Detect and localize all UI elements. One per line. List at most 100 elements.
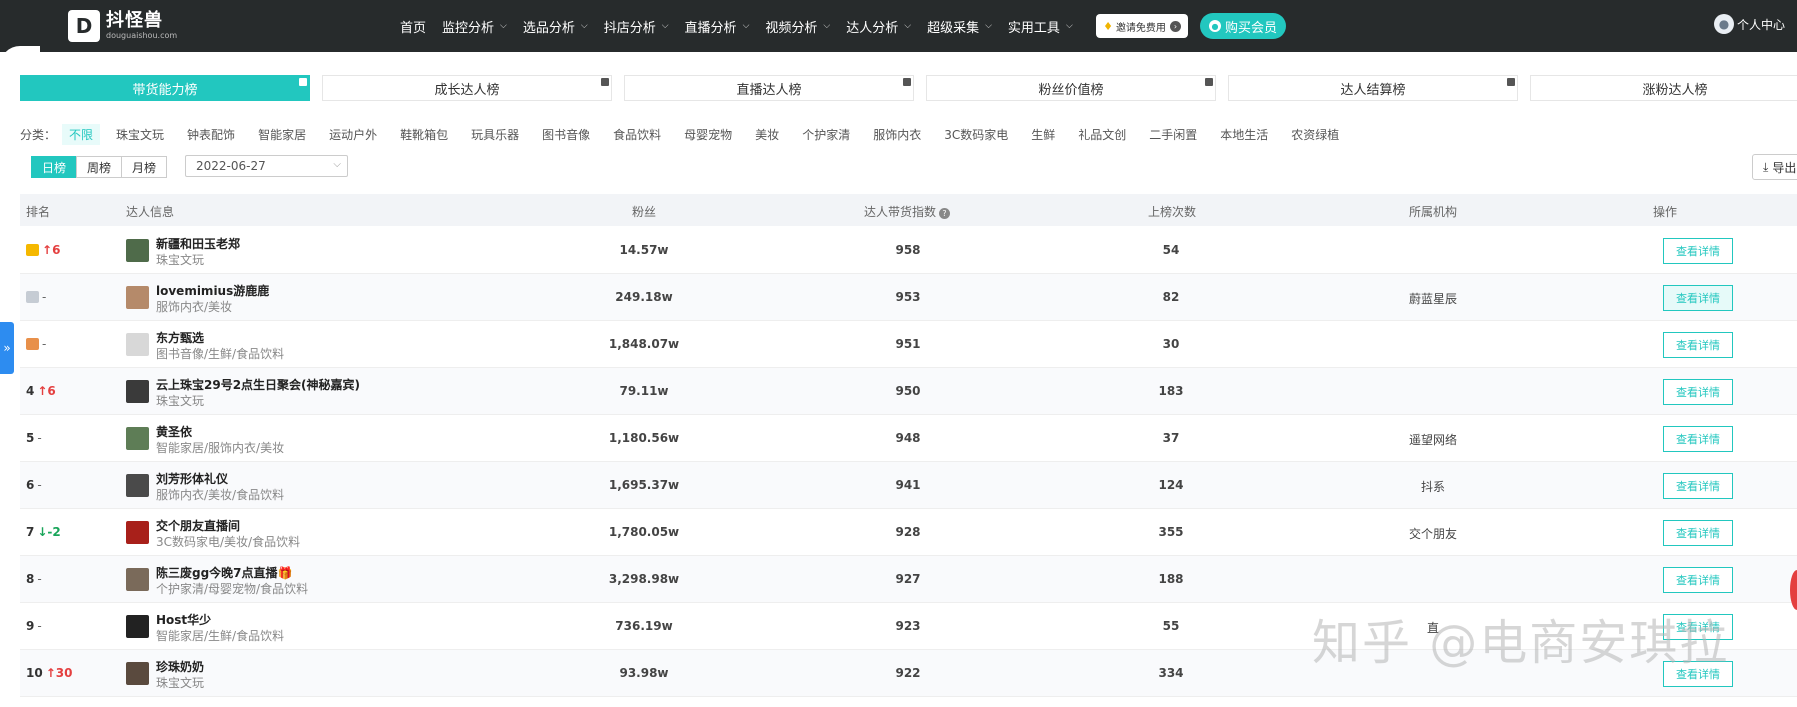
talent-name[interactable]: 陈三废gg今晚7点直播🎁	[156, 564, 292, 581]
count-value: 183	[1158, 384, 1184, 398]
sidebar-expand-button[interactable]: »	[0, 322, 14, 374]
talent-name[interactable]: 新疆和田玉老郑	[156, 235, 240, 252]
period-0[interactable]: 日榜	[31, 156, 77, 178]
nav-item-label: 实用工具	[1007, 20, 1060, 36]
invite-button[interactable]: ♦ 邀请免费用 ›	[1096, 14, 1188, 38]
date-picker[interactable]: 2022-06-27 ⌵	[185, 155, 348, 177]
nav-item[interactable]: 达人分析 ⌵	[846, 17, 911, 36]
chevron-down-icon: ⌵	[904, 21, 912, 31]
view-detail-button[interactable]: 查看详情	[1663, 285, 1733, 311]
talent-name[interactable]: 珍珠奶奶	[156, 658, 204, 675]
category-option[interactable]: 服饰内衣	[866, 124, 928, 145]
external-link-icon[interactable]	[299, 78, 307, 86]
view-detail-button[interactable]: 查看详情	[1663, 520, 1733, 546]
float-widget[interactable]	[1790, 570, 1797, 610]
tab-2[interactable]: 直播达人榜	[624, 75, 914, 101]
talent-name[interactable]: lovemimius游鹿鹿	[156, 282, 269, 299]
count-value: 124	[1158, 478, 1184, 492]
table-row: 6- 刘芳形体礼仪 服饰内衣/美妆/食品饮料 1,695.37w 941 124 抖系 查看详…	[20, 462, 1797, 509]
category-option[interactable]: 鞋靴箱包	[393, 124, 455, 145]
category-option[interactable]: 母婴宠物	[677, 124, 739, 145]
period-2[interactable]: 月榜	[121, 156, 167, 178]
view-detail-button[interactable]: 查看详情	[1663, 238, 1733, 264]
avatar[interactable]	[126, 380, 149, 403]
category-option[interactable]: 智能家居	[251, 124, 313, 145]
external-link-icon[interactable]	[601, 78, 609, 86]
nav-item[interactable]: 视频分析 ⌵	[765, 17, 830, 36]
view-detail-button[interactable]: 查看详情	[1663, 426, 1733, 452]
category-option[interactable]: 食品饮料	[606, 124, 668, 145]
talent-name[interactable]: 刘芳形体礼仪	[156, 470, 228, 487]
rank-change: 6	[47, 384, 56, 398]
talent-category: 个护家清/母婴宠物/食品饮料	[156, 582, 309, 596]
category-option[interactable]: 玩具乐器	[464, 124, 526, 145]
nav-item[interactable]: 选品分析 ⌵	[523, 17, 588, 36]
nav-item[interactable]: 首页	[400, 17, 426, 36]
category-option[interactable]: 本地生活	[1213, 124, 1275, 145]
fans-value: 736.19w	[615, 619, 673, 633]
avatar[interactable]	[126, 333, 149, 356]
avatar[interactable]	[126, 662, 149, 685]
nav-item-label: 超级采集	[927, 20, 980, 36]
nav-item[interactable]: 实用工具 ⌵	[1008, 17, 1073, 36]
buy-label: 购买会员	[1224, 20, 1277, 36]
category-option[interactable]: 农资绿植	[1284, 124, 1346, 145]
view-detail-button[interactable]: 查看详情	[1663, 379, 1733, 405]
external-link-icon[interactable]	[1205, 78, 1213, 86]
tab-4[interactable]: 达人结算榜	[1228, 75, 1518, 101]
avatar[interactable]	[126, 427, 149, 450]
rank-cell: 9-	[26, 619, 42, 633]
talent-name[interactable]: 云上珠宝29号2点生日聚会(神秘嘉宾)	[156, 376, 360, 393]
view-detail-button[interactable]: 查看详情	[1663, 332, 1733, 358]
fans-value: 1,848.07w	[608, 337, 680, 351]
user-center-link[interactable]: ● 个人中心	[1714, 14, 1785, 34]
category-option[interactable]: 3C数码家电	[937, 124, 1015, 145]
category-option[interactable]: 个护家清	[795, 124, 857, 145]
period-1[interactable]: 周榜	[76, 156, 122, 178]
talent-name[interactable]: 东方甄选	[156, 329, 204, 346]
category-option[interactable]: 二手闲置	[1142, 124, 1204, 145]
avatar[interactable]	[126, 521, 149, 544]
logo[interactable]: D 抖怪兽 douguaishou.com	[68, 10, 177, 42]
category-option[interactable]: 礼品文创	[1071, 124, 1133, 145]
export-button[interactable]: ⤓ 导出	[1752, 154, 1797, 180]
talent-name[interactable]: Host华少	[156, 611, 211, 628]
talent-name[interactable]: 黄圣依	[156, 423, 192, 440]
col-index[interactable]: 达人带货指数?	[864, 203, 951, 220]
chevron-down-icon: ⌵	[661, 21, 669, 31]
category-option[interactable]: 珠宝文玩	[109, 124, 171, 145]
nav-item[interactable]: 抖店分析 ⌵	[604, 17, 669, 36]
talent-category: 服饰内衣/美妆	[156, 300, 233, 314]
tab-1[interactable]: 成长达人榜	[322, 75, 612, 101]
category-option[interactable]: 美妆	[748, 124, 786, 145]
period-toggle: 日榜 周榜 月榜	[31, 156, 167, 178]
view-detail-button[interactable]: 查看详情	[1663, 567, 1733, 593]
avatar[interactable]	[126, 286, 149, 309]
help-icon[interactable]: ?	[939, 208, 951, 219]
external-link-icon[interactable]	[1507, 78, 1515, 86]
buy-membership-button[interactable]: ● 购买会员	[1200, 13, 1286, 39]
fans-value: 1,180.56w	[608, 431, 680, 445]
nav-item[interactable]: 直播分析 ⌵	[685, 17, 750, 36]
external-link-icon[interactable]	[903, 78, 911, 86]
talent-name[interactable]: 交个朋友直播间	[156, 517, 240, 534]
nav-item[interactable]: 监控分析 ⌵	[442, 17, 507, 36]
tab-3[interactable]: 粉丝价值榜	[926, 75, 1216, 101]
view-detail-button[interactable]: 查看详情	[1663, 473, 1733, 499]
avatar[interactable]	[126, 615, 149, 638]
category-option[interactable]: 钟表配饰	[180, 124, 242, 145]
category-option[interactable]: 不限	[62, 123, 101, 145]
avatar[interactable]	[126, 239, 149, 262]
category-option[interactable]: 运动户外	[322, 124, 384, 145]
avatar[interactable]	[126, 568, 149, 591]
rank-change: -	[42, 290, 47, 304]
tab-0[interactable]: 带货能力榜	[20, 75, 310, 101]
top-nav-bar: D 抖怪兽 douguaishou.com 首页 监控分析 ⌵ 选品分析 ⌵ 抖店分析 ⌵ 直…	[0, 0, 1797, 52]
tab-5[interactable]: 涨粉达人榜	[1530, 75, 1797, 101]
nav-item[interactable]: 超级采集 ⌵	[927, 17, 992, 36]
diamond-icon: ♦	[1103, 19, 1113, 33]
talent-category: 服饰内衣/美妆/食品饮料	[156, 488, 285, 502]
category-option[interactable]: 生鲜	[1024, 124, 1062, 145]
category-option[interactable]: 图书音像	[535, 124, 597, 145]
avatar[interactable]	[126, 474, 149, 497]
